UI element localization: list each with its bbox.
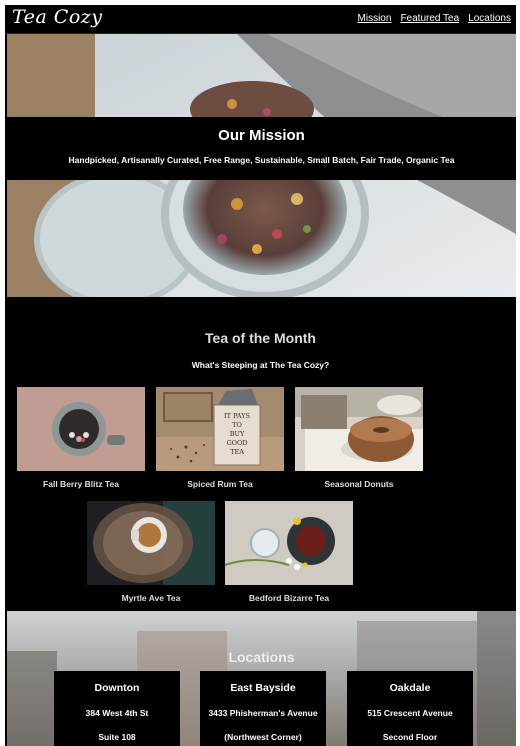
myrtle-ave-image bbox=[87, 501, 215, 585]
tea-sign-line: TO bbox=[232, 421, 242, 429]
tea-card-bedford-bizarre[interactable]: Bedford Bizarre Tea bbox=[225, 501, 353, 603]
page: Tea Cozy Mission Featured Tea Locations bbox=[5, 5, 516, 746]
tea-sign-line: TEA bbox=[230, 448, 244, 456]
location-card-east-bayside: East Bayside 3433 Phisherman's Avenue (N… bbox=[200, 671, 326, 746]
tea-card-seasonal-donuts[interactable]: Seasonal Donuts bbox=[295, 387, 423, 489]
nav-link-featured-tea[interactable]: Featured Tea bbox=[400, 13, 459, 24]
location-address: 3433 Phisherman's Avenue bbox=[208, 708, 318, 718]
bedford-bizarre-image bbox=[225, 501, 353, 585]
location-address: 384 West 4th St bbox=[85, 708, 149, 718]
tea-sign-line: BUY bbox=[230, 430, 245, 438]
header: Tea Cozy Mission Featured Tea Locations bbox=[5, 5, 516, 34]
tea-card-caption: Bedford Bizarre Tea bbox=[248, 593, 330, 603]
tea-of-month-subtitle: What's Steeping at The Tea Cozy? bbox=[191, 360, 330, 370]
locations-title: Locations bbox=[228, 649, 295, 665]
nav-link-locations[interactable]: Locations bbox=[468, 13, 511, 24]
tea-card-spiced-rum[interactable]: IT PAYS TO BUY GOOD TEA Spiced Rum Tea bbox=[156, 387, 284, 489]
tea-card-caption: Myrtle Ave Tea bbox=[121, 593, 181, 603]
tea-sign-line: IT PAYS bbox=[224, 412, 250, 420]
location-card-downton: Downton 384 West 4th St Suite 108 bbox=[54, 671, 180, 746]
location-address-detail: (Northwest Corner) bbox=[224, 732, 302, 742]
mission-section: Our Mission Handpicked, Artisanally Cura… bbox=[7, 34, 516, 297]
nav-link-mission[interactable]: Mission bbox=[358, 13, 392, 24]
locations-section: Locations Downton 384 West 4th St Suite … bbox=[7, 611, 516, 746]
location-address-detail: Suite 108 bbox=[98, 732, 136, 742]
spiced-rum-image: IT PAYS TO BUY GOOD TEA bbox=[156, 387, 284, 471]
tea-sign-line: GOOD bbox=[226, 439, 247, 447]
tea-of-month-title: Tea of the Month bbox=[205, 330, 316, 346]
location-card-oakdale: Oakdale 515 Crescent Avenue Second Floor bbox=[347, 671, 473, 746]
location-address-detail: Second Floor bbox=[382, 732, 438, 742]
location-address: 515 Crescent Avenue bbox=[367, 708, 453, 718]
mission-banner: Our Mission Handpicked, Artisanally Cura… bbox=[7, 117, 516, 180]
tea-card-myrtle-ave[interactable]: Myrtle Ave Tea bbox=[87, 501, 215, 603]
logo[interactable]: Tea Cozy bbox=[12, 6, 103, 28]
location-name: East Bayside bbox=[230, 682, 296, 694]
tea-card-caption: Fall Berry Blitz Tea bbox=[43, 479, 119, 489]
mission-tagline: Handpicked, Artisanally Curated, Free Ra… bbox=[68, 155, 455, 165]
tea-card-caption: Seasonal Donuts bbox=[324, 479, 394, 489]
location-name: Oakdale bbox=[389, 682, 431, 694]
seasonal-donuts-image bbox=[295, 387, 423, 471]
tea-card-caption: Spiced Rum Tea bbox=[187, 479, 253, 489]
fall-berry-blitz-image bbox=[17, 387, 145, 471]
tea-card-fall-berry-blitz[interactable]: Fall Berry Blitz Tea bbox=[17, 387, 145, 489]
nav: Mission Featured Tea Locations bbox=[358, 13, 511, 24]
location-name: Downton bbox=[94, 682, 140, 694]
mission-title: Our Mission bbox=[218, 127, 305, 144]
